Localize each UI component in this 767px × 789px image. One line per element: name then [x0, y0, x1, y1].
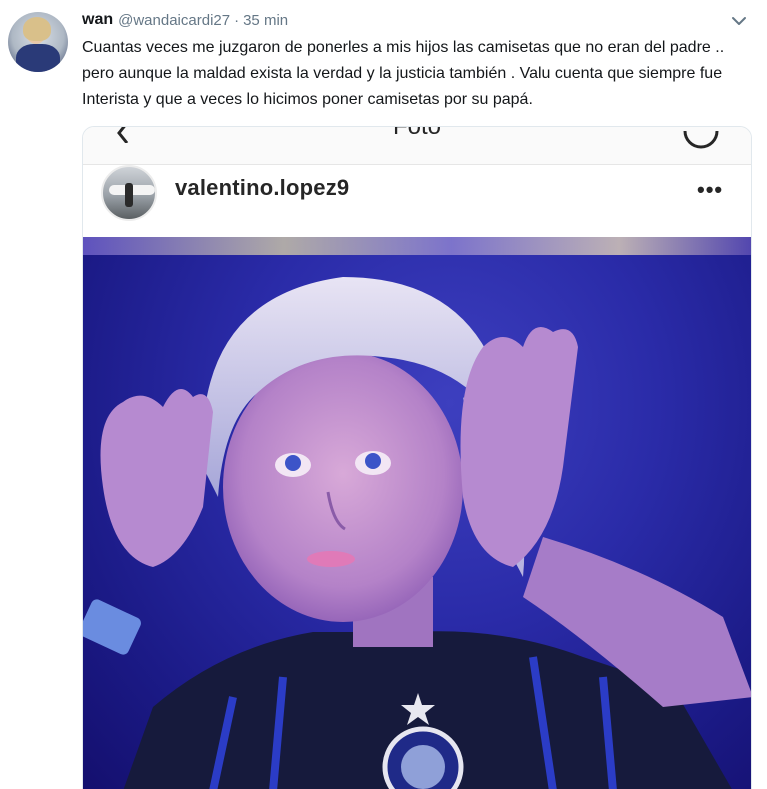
tweet-media[interactable]: Foto valentino.lopez9 •••	[82, 126, 752, 789]
author-name[interactable]: wan	[82, 11, 113, 29]
more-dots-icon: •••	[697, 177, 724, 202]
author-handle[interactable]: @wandaicardi27	[118, 12, 230, 29]
refresh-icon	[683, 130, 719, 149]
ig-username: valentino.lopez9	[175, 175, 350, 200]
child-photo-illustration	[83, 237, 751, 789]
ig-topbar: Foto	[83, 127, 751, 165]
separator: ·	[234, 11, 240, 29]
tweet-header: wan @wandaicardi27 · 35 min	[82, 9, 288, 31]
author-avatar[interactable]	[8, 12, 68, 72]
ig-user-avatar	[101, 165, 157, 221]
ig-user-row: valentino.lopez9 •••	[83, 165, 751, 237]
chevron-down-icon[interactable]	[730, 14, 748, 28]
ig-title: Foto	[392, 126, 442, 140]
tweet: wan @wandaicardi27 · 35 min Cuantas vece…	[0, 0, 767, 789]
ig-photo	[83, 237, 751, 789]
timestamp[interactable]: 35 min	[243, 12, 288, 29]
tweet-text: Cuantas veces me juzgaron de ponerles a …	[82, 39, 725, 108]
